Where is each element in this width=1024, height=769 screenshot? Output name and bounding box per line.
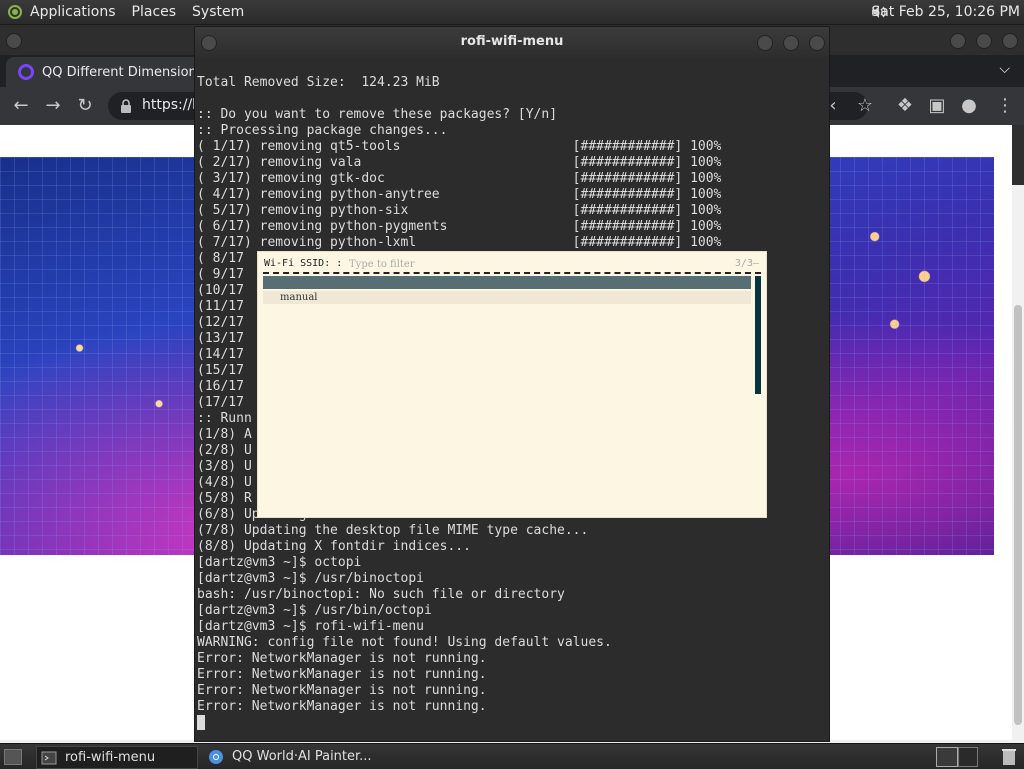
- terminal-line: [dartz@vm3 ~]$ /usr/bin/octopi: [197, 603, 432, 618]
- rofi-filter-input[interactable]: [349, 257, 729, 271]
- profile-avatar-icon[interactable]: ●: [958, 95, 980, 117]
- terminal-line: bash: /usr/binoctopi: No such file or di…: [197, 587, 565, 602]
- terminal-line: WARNING: config file not found! Using de…: [197, 635, 612, 650]
- terminal-line: ( 3/17) removing gtk-doc [############] …: [197, 171, 722, 186]
- terminal-minimize-button[interactable]: [757, 35, 773, 51]
- clock[interactable]: Sat Feb 25, 10:26 PM: [871, 4, 1020, 20]
- show-desktop-button[interactable]: [4, 749, 22, 765]
- kebab-menu-icon[interactable]: ⋮: [994, 95, 1016, 117]
- trash-icon[interactable]: [1000, 746, 1018, 766]
- page-vertical-scrollbar[interactable]: [1012, 185, 1024, 755]
- terminal-line: [dartz@vm3 ~]$ /usr/binoctopi: [197, 571, 424, 586]
- minimize-button[interactable]: [950, 33, 966, 49]
- maximize-button[interactable]: [976, 33, 992, 49]
- rofi-scrollbar[interactable]: [755, 276, 761, 394]
- terminal-line: Error: NetworkManager is not running.: [197, 651, 487, 666]
- terminal-maximize-button[interactable]: [783, 35, 799, 51]
- workspace-2-button[interactable]: [958, 747, 978, 767]
- distro-logo-icon[interactable]: [8, 5, 22, 19]
- workspace-1-button[interactable]: [936, 747, 958, 767]
- rofi-item-selected[interactable]: [263, 276, 751, 289]
- rofi-list: manual: [263, 276, 751, 394]
- taskbar-item-label: rofi-wifi-menu: [65, 750, 156, 765]
- bookmark-star-icon[interactable]: ☆: [854, 95, 876, 117]
- back-arrow-icon[interactable]: ←: [10, 95, 32, 117]
- side-panel-icon[interactable]: ▣: [926, 95, 948, 117]
- terminal-line: [dartz@vm3 ~]$ octopi: [197, 555, 362, 570]
- terminal-line: Error: NetworkManager is not running.: [197, 683, 487, 698]
- tab-list-chevron-icon[interactable]: ⌵: [999, 61, 1010, 77]
- terminal-line: Total Removed Size: 124.23 MiB: [197, 75, 440, 90]
- menu-system[interactable]: System: [186, 4, 254, 20]
- page-scroll-thumb[interactable]: [1014, 305, 1022, 725]
- tab-favicon-icon: [18, 64, 34, 80]
- terminal-line: ( 7/17) removing python-lxml [##########…: [197, 235, 722, 250]
- rofi-item-manual[interactable]: manual: [263, 291, 751, 304]
- top-panel: Applications Places System Sat Feb 25, 1…: [0, 0, 1024, 25]
- terminal-title: rofi-wifi-menu: [460, 34, 564, 49]
- terminal-line: ( 4/17) removing python-anytree [#######…: [197, 187, 722, 202]
- window-menu-button[interactable]: [6, 33, 22, 49]
- rofi-prompt: Wi-Fi SSID: :: [264, 258, 343, 269]
- close-button[interactable]: [1002, 33, 1018, 49]
- terminal-prompt-line[interactable]: [197, 715, 829, 731]
- extensions-puzzle-icon[interactable]: ❖: [894, 95, 916, 117]
- taskbar-item-terminal[interactable]: rofi-wifi-menu: [36, 746, 198, 769]
- terminal-line: ( 5/17) removing python-six [###########…: [197, 203, 722, 218]
- rofi-wifi-menu: Wi-Fi SSID: : 3/3— manual: [257, 251, 767, 518]
- terminal-line: :: Do you want to remove these packages?…: [197, 107, 558, 122]
- terminal-line: Error: NetworkManager is not running.: [197, 667, 487, 682]
- chrome-app-icon: [209, 749, 223, 764]
- terminal-close-button[interactable]: [809, 35, 825, 51]
- terminal-line: [dartz@vm3 ~]$ rofi-wifi-menu: [197, 619, 424, 634]
- rofi-count: 3/3—: [734, 258, 759, 269]
- terminal-app-icon: [41, 751, 57, 764]
- rofi-inputbar: Wi-Fi SSID: : 3/3—: [263, 256, 761, 274]
- forward-arrow-icon[interactable]: →: [42, 95, 64, 117]
- terminal-line: ( 2/17) removing vala [############] 100…: [197, 155, 722, 170]
- rofi-item-label: manual: [280, 292, 318, 303]
- taskbar-item-label: QQ World·AI Painter...: [232, 749, 372, 764]
- bottom-taskbar: rofi-wifi-menu QQ World·AI Painter...: [0, 743, 1024, 769]
- terminal-line: (7/8) Updating the desktop file MIME typ…: [197, 523, 589, 538]
- terminal-cursor: [197, 715, 205, 730]
- terminal-line: Error: NetworkManager is not running.: [197, 699, 487, 714]
- terminal-line: (8/8) Updating X fontdir indices...: [197, 539, 471, 554]
- terminal-line: :: Processing package changes...: [197, 123, 448, 138]
- reload-icon[interactable]: ↻: [74, 95, 96, 117]
- lock-icon: [121, 99, 131, 113]
- url-text: https://h: [142, 97, 202, 113]
- menu-applications[interactable]: Applications: [26, 4, 126, 20]
- terminal-titlebar[interactable]: rofi-wifi-menu: [195, 27, 829, 57]
- terminal-line: ( 6/17) removing python-pygments [######…: [197, 219, 722, 234]
- menu-places[interactable]: Places: [126, 4, 187, 20]
- terminal-line: ( 1/17) removing qt5-tools [############…: [197, 139, 722, 154]
- taskbar-item-browser[interactable]: QQ World·AI Painter...: [204, 746, 424, 767]
